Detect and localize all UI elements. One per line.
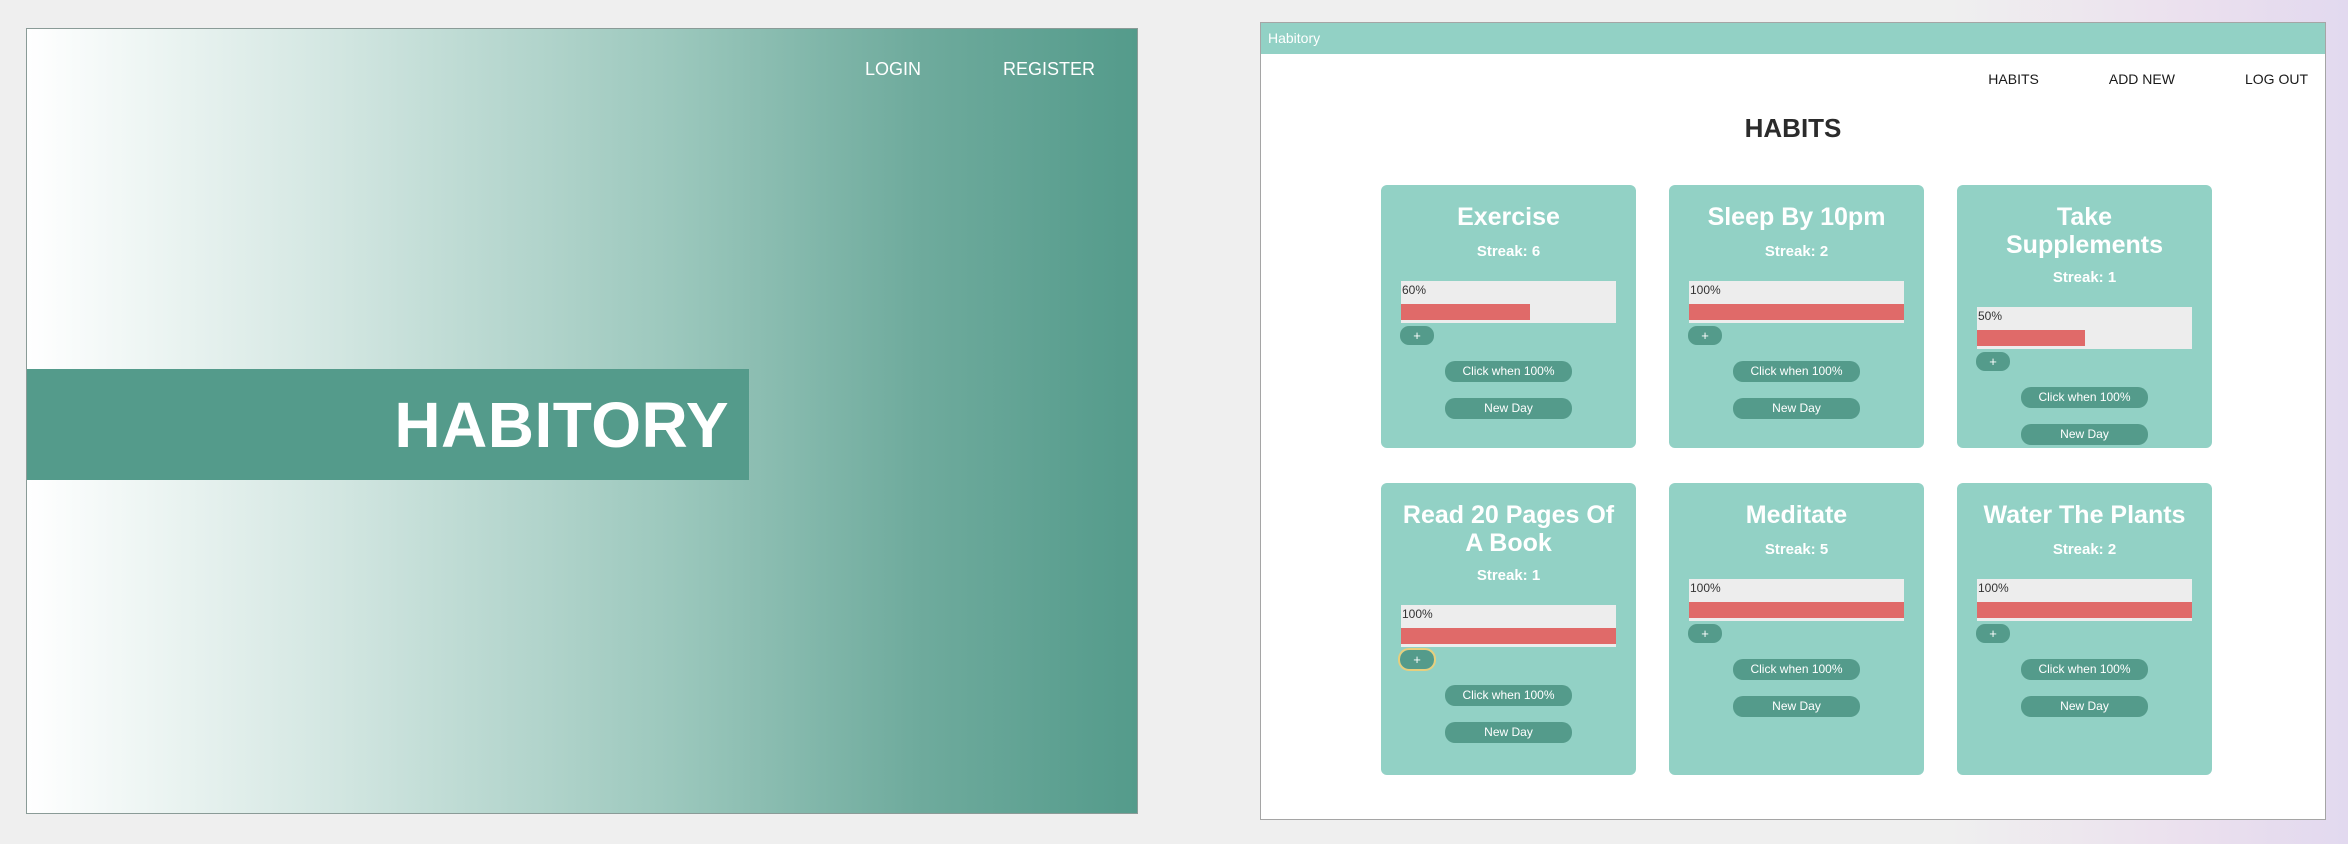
new-day-button[interactable]: New Day xyxy=(2021,696,2148,717)
new-day-button[interactable]: New Day xyxy=(1445,722,1572,743)
habit-card: Read 20 Pages Of A Book Streak: 1 100% +… xyxy=(1381,483,1636,775)
habit-card: Water The Plants Streak: 2 100% + Click … xyxy=(1957,483,2212,775)
progress-track: 60% xyxy=(1401,281,1616,323)
progress-percent: 50% xyxy=(1978,309,2003,323)
progress-percent: 100% xyxy=(1690,283,1721,297)
new-day-button[interactable]: New Day xyxy=(1733,398,1860,419)
increment-button[interactable]: + xyxy=(1688,326,1722,345)
complete-button[interactable]: Click when 100% xyxy=(2021,659,2148,680)
new-day-button[interactable]: New Day xyxy=(2021,424,2148,445)
progress-fill xyxy=(1689,602,1904,618)
complete-button[interactable]: Click when 100% xyxy=(2021,387,2148,408)
hero-title: HABITORY xyxy=(394,388,729,461)
page-title: HABITS xyxy=(1744,113,1842,143)
habit-streak: Streak: 2 xyxy=(1764,243,1829,260)
increment-button[interactable]: + xyxy=(1688,624,1722,643)
habit-card: Take Supplements Streak: 1 50% + Click w… xyxy=(1957,185,2212,448)
progress-track: 100% xyxy=(1689,579,1904,621)
habit-card: Meditate Streak: 5 100% + Click when 100… xyxy=(1669,483,1924,775)
progress-track: 50% xyxy=(1977,307,2192,349)
app-nav: HABITS ADD NEW LOG OUT xyxy=(1988,71,2308,87)
increment-button[interactable]: + xyxy=(1976,352,2010,371)
habit-title: Exercise xyxy=(1457,203,1560,231)
progress-percent: 60% xyxy=(1402,283,1427,297)
habit-title: Sleep By 10pm xyxy=(1707,203,1886,231)
landing-page: LOGIN REGISTER HABITORY xyxy=(26,28,1138,814)
habit-streak: Streak: 1 xyxy=(1476,567,1541,584)
hero-banner: HABITORY xyxy=(27,369,749,480)
progress-fill xyxy=(1401,628,1616,644)
complete-button[interactable]: Click when 100% xyxy=(1445,685,1572,706)
increment-button[interactable]: + xyxy=(1400,326,1434,345)
habit-title: Read 20 Pages Of A Book xyxy=(1402,501,1615,557)
register-link[interactable]: REGISTER xyxy=(1003,59,1095,80)
habit-streak: Streak: 5 xyxy=(1764,541,1829,558)
login-link[interactable]: LOGIN xyxy=(865,59,921,80)
habit-card: Exercise Streak: 6 60% + Click when 100%… xyxy=(1381,185,1636,448)
habit-title: Water The Plants xyxy=(1983,501,2186,529)
increment-button[interactable]: + xyxy=(1976,624,2010,643)
new-day-button[interactable]: New Day xyxy=(1733,696,1860,717)
progress-fill xyxy=(1401,304,1530,320)
progress-track: 100% xyxy=(1401,605,1616,647)
progress-percent: 100% xyxy=(1402,607,1433,621)
habit-streak: Streak: 2 xyxy=(2052,541,2117,558)
habit-streak: Streak: 1 xyxy=(2052,269,2117,286)
complete-button[interactable]: Click when 100% xyxy=(1733,361,1860,382)
increment-button[interactable]: + xyxy=(1398,648,1436,671)
nav-log-out-link[interactable]: LOG OUT xyxy=(2245,71,2308,87)
progress-percent: 100% xyxy=(1690,581,1721,595)
nav-habits-link[interactable]: HABITS xyxy=(1988,71,2039,87)
habit-title: Meditate xyxy=(1745,501,1848,529)
progress-track: 100% xyxy=(1977,579,2192,621)
habit-grid: Exercise Streak: 6 60% + Click when 100%… xyxy=(1381,185,2215,775)
landing-nav: LOGIN REGISTER xyxy=(865,59,1095,80)
progress-fill xyxy=(1977,330,2085,346)
habit-card: Sleep By 10pm Streak: 2 100% + Click whe… xyxy=(1669,185,1924,448)
progress-fill xyxy=(1977,602,2192,618)
window-titlebar: Habitory xyxy=(1261,23,2325,54)
nav-add-new-link[interactable]: ADD NEW xyxy=(2109,71,2175,87)
complete-button[interactable]: Click when 100% xyxy=(1445,361,1572,382)
complete-button[interactable]: Click when 100% xyxy=(1733,659,1860,680)
habit-streak: Streak: 6 xyxy=(1476,243,1541,260)
progress-fill xyxy=(1689,304,1904,320)
progress-track: 100% xyxy=(1689,281,1904,323)
progress-percent: 100% xyxy=(1978,581,2009,595)
new-day-button[interactable]: New Day xyxy=(1445,398,1572,419)
habit-title: Take Supplements xyxy=(2006,203,2163,259)
app-window: Habitory HABITS ADD NEW LOG OUT HABITS E… xyxy=(1260,22,2326,820)
